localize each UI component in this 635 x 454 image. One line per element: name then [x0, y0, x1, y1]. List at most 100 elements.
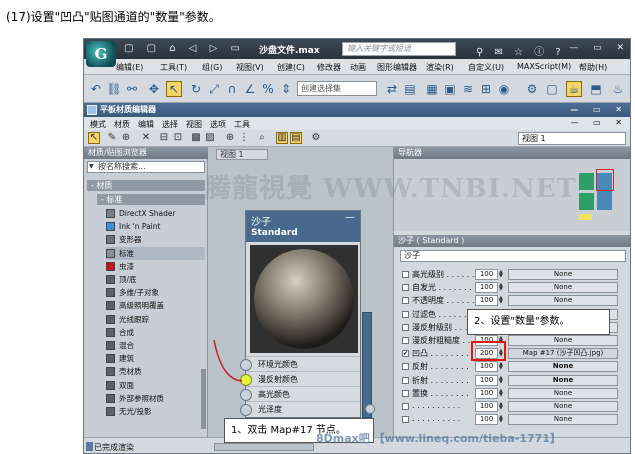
- menu-tools[interactable]: 工具(T): [160, 62, 187, 73]
- percent-snap-icon[interactable]: %: [260, 81, 276, 97]
- put-to-scene-icon[interactable]: ⊕: [120, 132, 132, 144]
- rotate-icon[interactable]: ↻: [188, 81, 204, 97]
- render-icon[interactable]: ☕: [566, 81, 582, 97]
- amount-spinner-icon[interactable]: ▲▼: [499, 415, 503, 424]
- menu-maxscript[interactable]: MAXScript(M): [517, 62, 571, 71]
- map-enable-checkbox[interactable]: [402, 402, 409, 410]
- menu-modifiers[interactable]: 修改器: [317, 62, 341, 73]
- material-type-item[interactable]: 标准: [106, 246, 205, 260]
- layout-all-icon[interactable]: ⊕: [224, 132, 236, 144]
- layer-icon[interactable]: ▦: [424, 81, 440, 97]
- hide-unused-icon[interactable]: ⊡: [172, 132, 184, 144]
- unlink-icon[interactable]: ⚯: [124, 81, 140, 97]
- render-setup-icon[interactable]: ⚙: [524, 81, 540, 97]
- map-enable-checkbox[interactable]: [402, 323, 409, 331]
- material-type-item[interactable]: 壳材质: [106, 365, 205, 378]
- amount-spinner-icon[interactable]: ▲▼: [499, 375, 503, 384]
- view-tab[interactable]: 视图 1: [216, 149, 268, 160]
- slate-menu-edit[interactable]: 编辑: [138, 119, 154, 130]
- map-enable-checkbox[interactable]: [402, 336, 409, 344]
- map-enable-checkbox[interactable]: [402, 376, 409, 384]
- menu-customize[interactable]: 自定义(U): [468, 62, 504, 73]
- layout-children-icon[interactable]: ⋮: [238, 132, 250, 144]
- slate-window-controls[interactable]: — ▭ ✕: [570, 103, 628, 117]
- slate-menu-utilities[interactable]: 工具: [234, 119, 250, 130]
- map-enable-checkbox[interactable]: ✔: [402, 350, 409, 358]
- material-type-item[interactable]: 变形器: [106, 233, 205, 246]
- map-amount-input[interactable]: 100: [475, 400, 498, 412]
- map-enable-checkbox[interactable]: [402, 297, 409, 305]
- app-logo-icon[interactable]: G: [86, 41, 116, 67]
- window-controls[interactable]: — ▭ ✕: [569, 43, 630, 53]
- slot-ambient[interactable]: 环境光颜色: [240, 356, 360, 371]
- menu-help[interactable]: 帮助(H): [579, 62, 607, 73]
- snap-icon[interactable]: ∩: [224, 81, 240, 97]
- map-slot-button[interactable]: None: [508, 374, 618, 386]
- material-type-item[interactable]: 建筑: [106, 352, 205, 365]
- material-type-item[interactable]: 合成: [106, 326, 205, 339]
- slate-menu-select[interactable]: 选择: [162, 119, 178, 130]
- material-type-item[interactable]: 顶/底: [106, 273, 205, 286]
- map-enable-checkbox[interactable]: [402, 416, 409, 424]
- browser-scrollbar[interactable]: [201, 369, 206, 429]
- angle-snap-icon[interactable]: ∠: [242, 81, 258, 97]
- mirror-icon[interactable]: ⇄: [384, 81, 400, 97]
- delete-icon[interactable]: ✕: [140, 132, 152, 144]
- material-type-item[interactable]: 外部参照材质: [106, 392, 205, 405]
- navigator-viewport-frame[interactable]: [596, 169, 614, 191]
- map-slot-button[interactable]: None: [508, 269, 618, 280]
- teapot-icon[interactable]: ♨: [610, 81, 626, 97]
- menu-animation[interactable]: 动画: [350, 62, 366, 73]
- map-amount-input[interactable]: 100: [475, 282, 498, 294]
- material-editor-icon[interactable]: ◉: [496, 81, 512, 97]
- map-slot-button[interactable]: None: [508, 387, 618, 399]
- slate-menu-options[interactable]: 选项: [210, 119, 226, 130]
- map-enable-checkbox[interactable]: [402, 284, 409, 292]
- slot-diffuse[interactable]: 漫反射颜色: [240, 371, 360, 386]
- material-name-field[interactable]: 沙子: [400, 250, 626, 262]
- map-enable-checkbox[interactable]: [402, 271, 409, 278]
- material-type-item[interactable]: 混合: [106, 339, 205, 352]
- material-type-item[interactable]: 多维/子对象: [106, 286, 205, 299]
- preview-icon[interactable]: ⚙: [310, 132, 322, 144]
- material-type-item[interactable]: DirectX Shader: [106, 207, 205, 220]
- search-input[interactable]: 键入关键字或短语: [342, 42, 456, 56]
- menu-group[interactable]: 组(G): [202, 62, 222, 73]
- named-selection-dropdown[interactable]: 创建选择集: [297, 81, 377, 96]
- map-slot-button[interactable]: Map #17 (沙子凹凸.jpg): [508, 348, 618, 360]
- material-node-standard[interactable]: 沙子 Standard — 环境光颜色 漫反射颜色 高光颜色 光泽度: [240, 210, 361, 418]
- map-amount-input[interactable]: 100: [475, 361, 498, 373]
- map-slot-button[interactable]: None: [508, 295, 618, 307]
- menu-create[interactable]: 创建(C): [277, 62, 305, 73]
- map-amount-input[interactable]: 100: [475, 387, 498, 399]
- schematic-icon[interactable]: ⊞: [478, 81, 494, 97]
- parameter-editor-icon[interactable]: ▥: [276, 132, 288, 144]
- slate-menu-view[interactable]: 视图: [186, 119, 202, 130]
- amount-spinner-icon[interactable]: ▲▼: [499, 401, 503, 410]
- node-collapse-button[interactable]: —: [345, 212, 355, 223]
- map-enable-checkbox[interactable]: [402, 363, 409, 371]
- select-move-icon[interactable]: ✥: [146, 81, 162, 97]
- scale-icon[interactable]: ⤢: [206, 81, 222, 97]
- select-tool-icon[interactable]: ↖: [88, 132, 100, 144]
- map-slot-button[interactable]: None: [508, 400, 618, 412]
- amount-spinner-icon[interactable]: ▲▼: [499, 296, 503, 305]
- material-type-item[interactable]: 虫漆: [106, 260, 205, 273]
- align-icon[interactable]: ▤: [402, 81, 418, 97]
- ribbon-icon[interactable]: ▣: [442, 81, 458, 97]
- slot-glossiness[interactable]: 光泽度: [240, 401, 360, 416]
- map-slot-button[interactable]: None: [508, 361, 618, 373]
- material-type-item[interactable]: 双面: [106, 378, 205, 391]
- map-amount-input[interactable]: 100: [475, 374, 498, 386]
- show-background-icon[interactable]: ▨: [204, 132, 216, 144]
- category-materials[interactable]: - 材质: [87, 180, 205, 191]
- map-node-edge[interactable]: [362, 312, 372, 418]
- menu-rendering[interactable]: 渲染(R): [426, 62, 454, 73]
- slate-inner-window-controls[interactable]: — ▭ ✕: [571, 118, 628, 127]
- slot-specular[interactable]: 高光颜色: [240, 386, 360, 401]
- map-enable-checkbox[interactable]: [402, 310, 409, 318]
- slate-menu-modes[interactable]: 模式: [90, 119, 106, 130]
- map-slot-button[interactable]: None: [508, 282, 618, 294]
- select-object-icon[interactable]: ↖: [166, 81, 182, 97]
- render-frame-icon[interactable]: ▢: [544, 81, 560, 97]
